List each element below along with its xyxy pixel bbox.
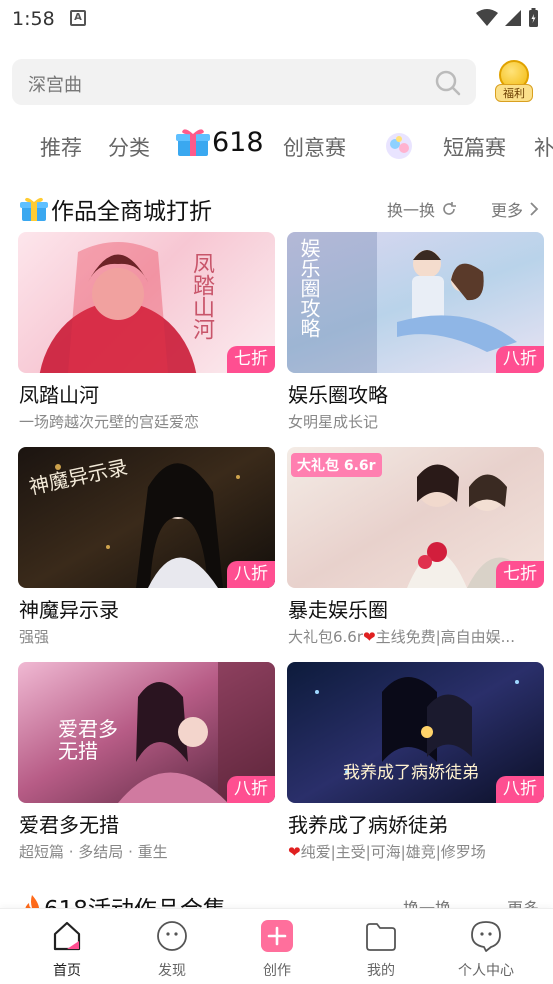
search-input[interactable]: 深宫曲 bbox=[28, 71, 82, 97]
event-mascot-icon[interactable] bbox=[381, 130, 417, 162]
search-icon[interactable] bbox=[434, 69, 462, 97]
work-cover[interactable]: 神魔异示录 八折 bbox=[18, 447, 275, 588]
work-title[interactable]: 暴走娱乐圈 bbox=[288, 594, 388, 623]
section-title-discount: 作品全商城打折 bbox=[20, 192, 212, 226]
home-icon bbox=[53, 921, 81, 951]
category-tabs: 推荐 分类 618 创意赛 短篇赛 补 bbox=[0, 122, 553, 172]
battery-icon bbox=[529, 8, 538, 27]
work-title[interactable]: 凤踏山河 bbox=[19, 379, 99, 408]
create-icon bbox=[261, 920, 293, 952]
work-title[interactable]: 娱乐圈攻略 bbox=[288, 379, 388, 408]
discount-badge: 八折 bbox=[227, 561, 275, 588]
section-title-text: 作品全商城打折 bbox=[51, 199, 212, 225]
work-cover[interactable]: 凤踏山河 七折 bbox=[18, 232, 275, 373]
discount-badge: 八折 bbox=[496, 776, 544, 803]
discount-badge: 八折 bbox=[496, 346, 544, 373]
subtitle-tags-text: 纯爱|主受|可海|雄竞|修罗场 bbox=[300, 843, 486, 861]
signal-icon bbox=[505, 10, 521, 26]
subtitle-pack-text: 大礼包6.6r bbox=[288, 628, 364, 646]
nav-profile-label: 个人中心 bbox=[458, 963, 514, 979]
cover-title-text: 凤踏山河 bbox=[189, 252, 214, 340]
status-bar: 1:58 A bbox=[0, 0, 553, 40]
heart-icon: ❤ bbox=[363, 628, 376, 646]
status-icons bbox=[476, 8, 539, 28]
work-subtitle: 超短篇 · 多结局 · 重生 bbox=[19, 843, 168, 861]
work-cover[interactable]: 大礼包 6.6r 七折 bbox=[287, 447, 544, 588]
folder-icon bbox=[366, 923, 396, 951]
section-actions: 换一换 更多 bbox=[387, 197, 539, 221]
work-title[interactable]: 神魔异示录 bbox=[19, 594, 119, 623]
tab-recommend[interactable]: 推荐 bbox=[40, 132, 82, 162]
welfare-button[interactable]: 福利 bbox=[495, 60, 533, 104]
work-title[interactable]: 我养成了病娇徒弟 bbox=[288, 809, 448, 838]
gift-pack-badge: 大礼包 6.6r bbox=[291, 453, 382, 477]
subtitle-tags-text: 主线免费|高自由娱... bbox=[375, 628, 515, 646]
profile-icon bbox=[471, 921, 501, 952]
work-subtitle: 女明星成长记 bbox=[288, 413, 379, 431]
nav-create[interactable]: 创作 bbox=[227, 919, 327, 980]
cover-title-text: 我养成了病娇徒弟 bbox=[343, 763, 479, 783]
nav-create-label: 创作 bbox=[263, 963, 291, 979]
wifi-icon bbox=[476, 9, 498, 26]
discount-badge: 七折 bbox=[496, 561, 544, 588]
welfare-label: 福利 bbox=[495, 84, 533, 102]
nav-discover[interactable]: 发现 bbox=[122, 919, 222, 980]
discount-badge: 七折 bbox=[227, 346, 275, 373]
heart-icon: ❤ bbox=[288, 843, 301, 861]
nav-discover-label: 发现 bbox=[158, 963, 186, 979]
tab-category[interactable]: 分类 bbox=[108, 132, 150, 162]
tab-short-contest[interactable]: 短篇赛 bbox=[443, 132, 506, 162]
work-subtitle: 强强 bbox=[19, 628, 50, 646]
work-subtitle: ❤纯爱|主受|可海|雄竞|修罗场 bbox=[288, 841, 545, 862]
chevron-right-icon[interactable] bbox=[529, 201, 539, 217]
gift-box-icon bbox=[176, 129, 210, 156]
discount-badge: 八折 bbox=[227, 776, 275, 803]
work-subtitle: 大礼包6.6r❤主线免费|高自由娱... bbox=[288, 626, 545, 647]
gift-icon bbox=[20, 197, 48, 221]
refresh-button[interactable]: 换一换 bbox=[387, 197, 435, 221]
work-subtitle: 一场跨越次元壁的宫廷爱恋 bbox=[19, 413, 200, 431]
tab-creative-contest[interactable]: 创意赛 bbox=[283, 132, 346, 162]
nav-profile[interactable]: 个人中心 bbox=[436, 919, 536, 980]
cover-title-text: 爱君多无措 bbox=[58, 717, 118, 763]
work-cover[interactable]: 爱君多无措 八折 bbox=[18, 662, 275, 803]
work-cover[interactable]: 娱乐圈攻略 八折 bbox=[287, 232, 544, 373]
cover-title-text: 娱乐圈攻略 bbox=[297, 238, 321, 338]
refresh-icon[interactable] bbox=[441, 201, 457, 217]
discover-icon bbox=[157, 921, 187, 951]
work-cover[interactable]: 我养成了病娇徒弟 八折 bbox=[287, 662, 544, 803]
search-bar[interactable]: 深宫曲 bbox=[12, 59, 476, 105]
nav-mine-label: 我的 bbox=[367, 963, 395, 979]
tab-618-label: 618 bbox=[212, 126, 264, 158]
nav-home-label: 首页 bbox=[53, 963, 81, 979]
more-button[interactable]: 更多 bbox=[491, 197, 523, 221]
tab-more-overflow[interactable]: 补 bbox=[534, 132, 553, 162]
work-title[interactable]: 爱君多无措 bbox=[19, 809, 119, 838]
nav-home[interactable]: 首页 bbox=[17, 919, 117, 980]
status-time: 1:58 bbox=[12, 8, 55, 30]
nav-mine[interactable]: 我的 bbox=[331, 919, 431, 980]
bottom-nav: 首页 发现 创作 我的 个人中心 bbox=[0, 908, 553, 984]
tab-618[interactable]: 618 bbox=[176, 126, 264, 158]
notification-a-icon: A bbox=[70, 10, 86, 26]
